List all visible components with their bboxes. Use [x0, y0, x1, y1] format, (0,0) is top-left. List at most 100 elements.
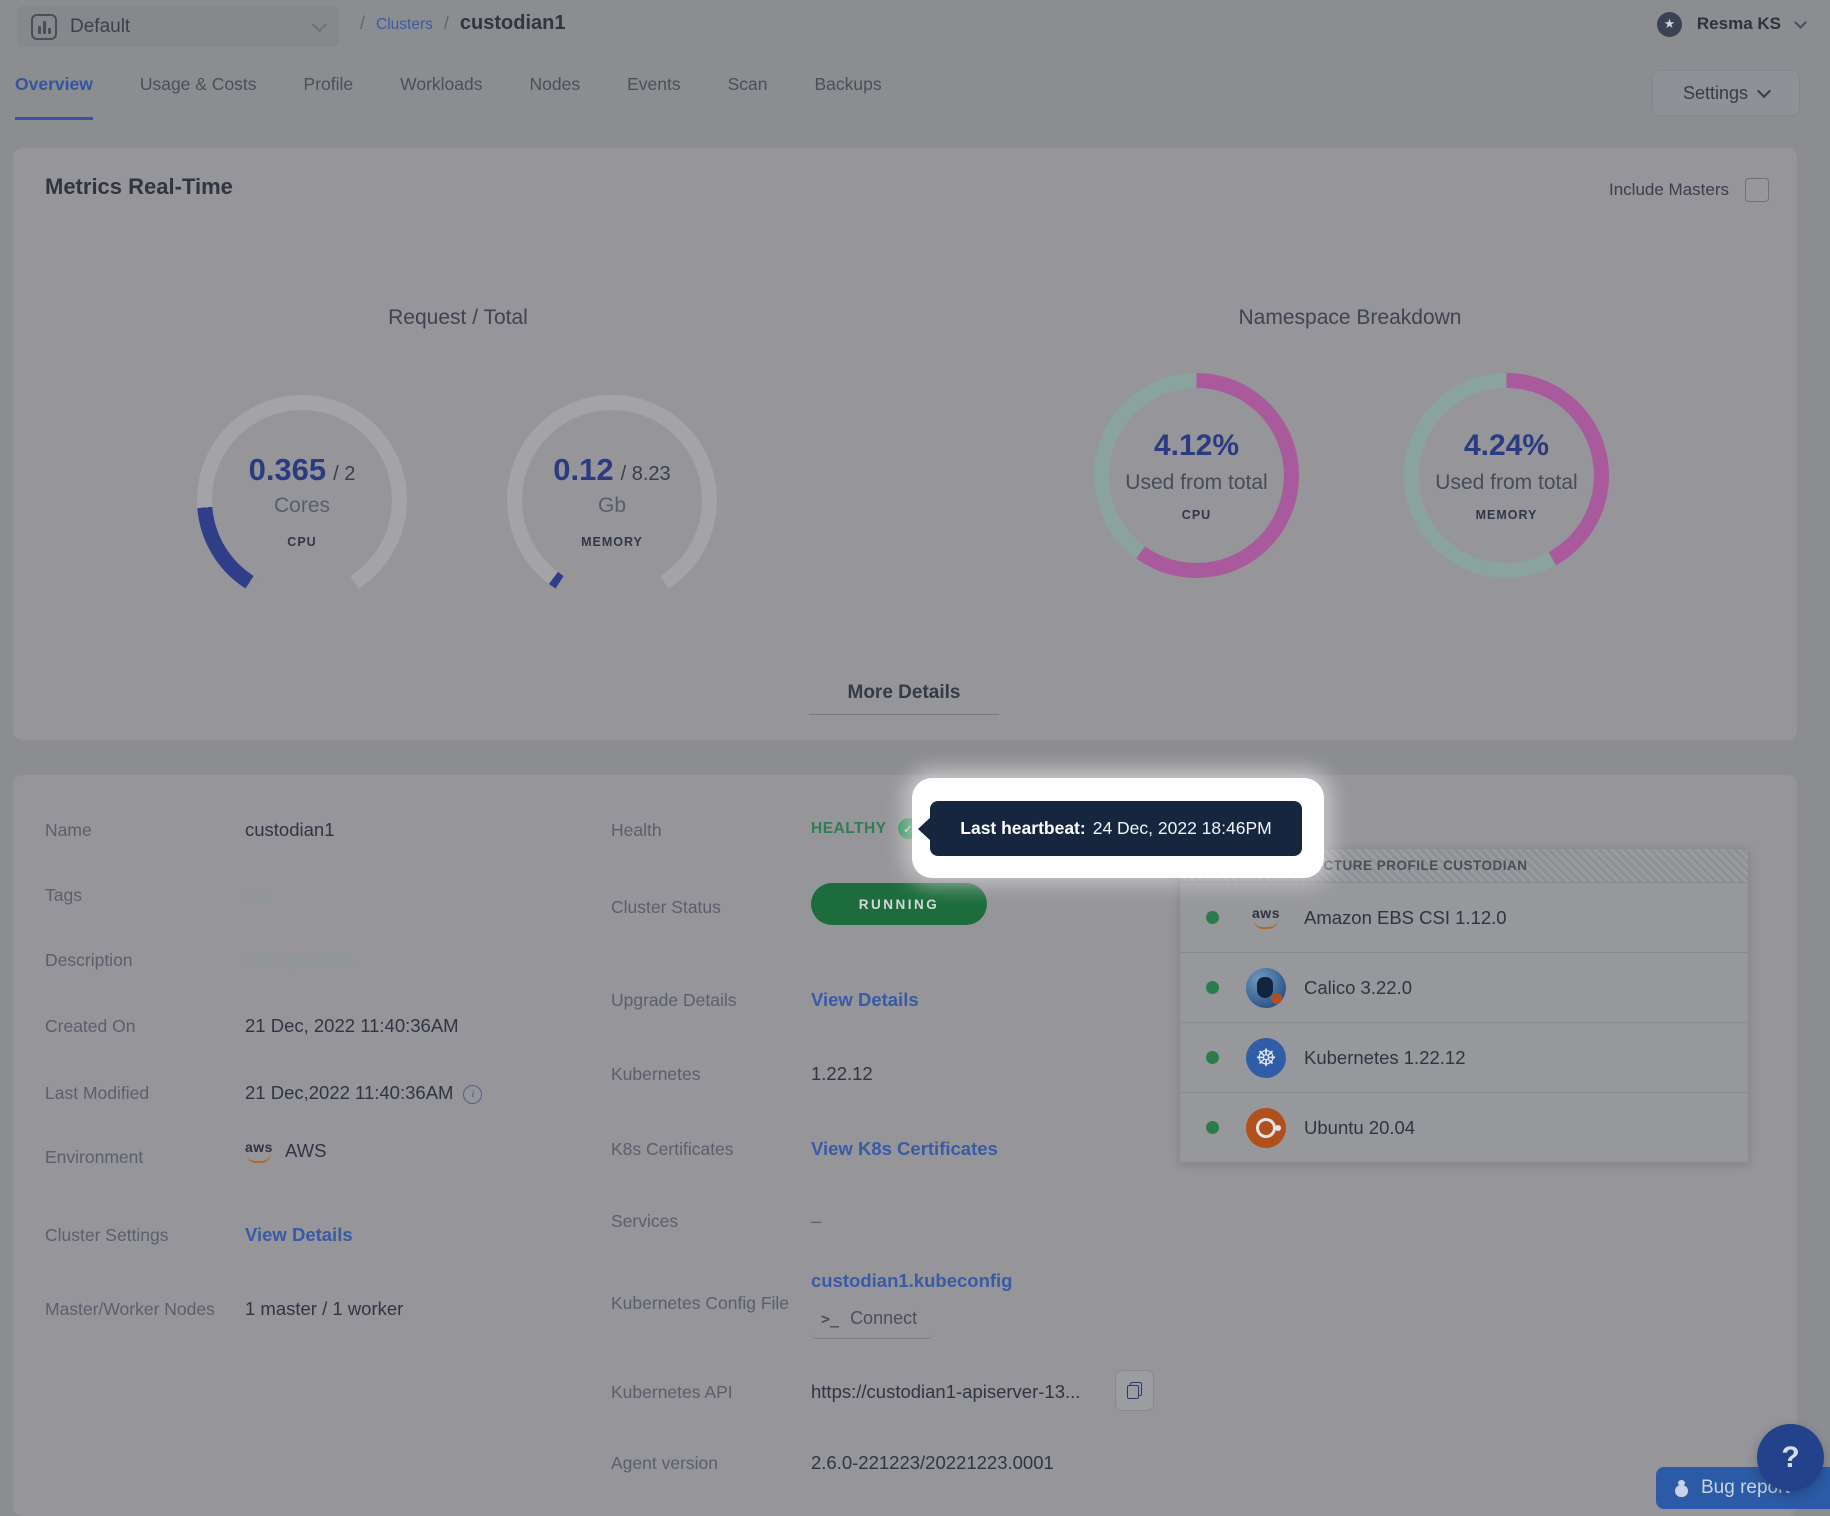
kubeconfig-file-link[interactable]: custodian1.kubeconfig [811, 1270, 1012, 1292]
calico-icon [1246, 968, 1286, 1008]
infra-item-kubernetes[interactable]: ☸ Kubernetes 1.22.12 [1180, 1022, 1748, 1092]
infra-item-ubuntu[interactable]: Ubuntu 20.04 [1180, 1092, 1748, 1162]
running-status-badge: RUNNING [811, 883, 987, 925]
namespace-memory-metric: MEMORY [1476, 508, 1538, 522]
include-masters-checkbox[interactable] [1745, 178, 1769, 202]
breadcrumb-separator: / [360, 13, 365, 34]
chevron-down-icon [1757, 84, 1771, 98]
status-dot [1206, 981, 1219, 994]
cpu-unit: Cores [274, 494, 330, 518]
tab-workloads[interactable]: Workloads [400, 74, 482, 120]
namespace-breakdown-title: Namespace Breakdown [1200, 306, 1500, 330]
include-masters-label: Include Masters [1609, 180, 1729, 200]
agent-version-label: Agent version [611, 1453, 718, 1474]
settings-button[interactable]: Settings [1652, 70, 1800, 116]
created-on-value: 21 Dec, 2022 11:40:36AM [245, 1015, 459, 1037]
healthy-text: HEALTHY [811, 820, 887, 838]
tab-scan[interactable]: Scan [728, 74, 768, 120]
breadcrumb-separator: / [444, 13, 449, 34]
tab-events[interactable]: Events [627, 74, 681, 120]
include-masters-control: Include Masters [1609, 178, 1769, 202]
kubernetes-label: Kubernetes [611, 1064, 701, 1085]
environment-label: Environment [45, 1147, 143, 1168]
connect-label: Connect [850, 1308, 917, 1329]
tab-nodes[interactable]: Nodes [530, 74, 581, 120]
view-k8s-certificates-link[interactable]: View K8s Certificates [811, 1138, 998, 1160]
bug-icon [1674, 1480, 1689, 1497]
settings-label: Settings [1683, 83, 1748, 104]
cpu-used-value: 0.365 [249, 452, 327, 488]
health-value: HEALTHY ✓ [811, 818, 919, 839]
tab-profile[interactable]: Profile [304, 74, 354, 120]
metrics-card-title: Metrics Real-Time [45, 174, 233, 200]
metrics-realtime-card: Metrics Real-Time Include Masters Reques… [13, 148, 1797, 740]
namespace-memory-caption: Used from total [1435, 471, 1577, 495]
infra-item-name: Amazon EBS CSI 1.12.0 [1304, 907, 1507, 929]
status-dot [1206, 911, 1219, 924]
infrastructure-profile-panel: INFRASTRUCTURE PROFILE CUSTODIAN aws Ama… [1179, 848, 1749, 1163]
health-label: Health [611, 820, 662, 841]
name-label: Name [45, 820, 92, 841]
created-on-label: Created On [45, 1016, 135, 1037]
cpu-metric-label: CPU [287, 535, 316, 549]
environment-text: AWS [285, 1140, 326, 1161]
tooltip-label: Last heartbeat: [960, 818, 1085, 839]
memory-gauge: 0.12 / 8.23 Gb MEMORY [507, 395, 717, 605]
infra-item-amazon-ebs-csi[interactable]: aws Amazon EBS CSI 1.12.0 [1180, 882, 1748, 952]
tooltip-value: 24 Dec, 2022 18:46PM [1093, 818, 1272, 839]
copy-icon [1127, 1382, 1142, 1399]
kubernetes-api-label: Kubernetes API [611, 1382, 733, 1403]
bar-chart-icon [31, 14, 57, 40]
terminal-icon: >_ [821, 1310, 839, 1328]
info-icon[interactable]: i [463, 1085, 482, 1104]
tab-overview[interactable]: Overview [15, 74, 93, 120]
connect-button[interactable]: >_ Connect [811, 1300, 933, 1339]
name-value: custodian1 [245, 819, 334, 841]
user-name: Resma KS [1697, 14, 1781, 34]
infra-item-name: Calico 3.22.0 [1304, 977, 1412, 999]
upgrade-details-label: Upgrade Details [611, 990, 736, 1011]
copy-button[interactable] [1115, 1370, 1154, 1411]
namespace-cpu-donut-center: 4.12% Used from total CPU [1109, 388, 1284, 563]
cpu-gauge-center: 0.365 / 2 Cores CPU [212, 410, 392, 590]
memory-unit: Gb [598, 494, 626, 518]
breadcrumb-clusters-link[interactable]: Clusters [376, 16, 433, 34]
workspace-selector[interactable]: Default [17, 6, 339, 47]
environment-value: aws AWS [245, 1140, 326, 1163]
infra-item-name: Kubernetes 1.22.12 [1304, 1047, 1466, 1069]
description-value: Not specified. [245, 949, 357, 971]
memory-gauge-center: 0.12 / 8.23 Gb MEMORY [522, 410, 702, 590]
user-menu[interactable]: ★ Resma KS [1657, 8, 1805, 40]
kubernetes-api-value: https://custodian1-apiserver-13... [811, 1381, 1080, 1403]
tab-bar: Overview Usage & Costs Profile Workloads… [15, 74, 882, 120]
help-button[interactable]: ? [1757, 1424, 1824, 1491]
tooltip-spotlight: Last heartbeat: 24 Dec, 2022 18:46PM [912, 778, 1324, 878]
cluster-settings-view-details-link[interactable]: View Details [245, 1224, 353, 1246]
tab-usage-costs[interactable]: Usage & Costs [140, 74, 257, 120]
namespace-memory-pct: 4.24% [1464, 429, 1549, 463]
last-modified-value: 21 Dec,2022 11:40:36AM i [245, 1082, 482, 1104]
status-dot [1206, 1121, 1219, 1134]
tab-backups[interactable]: Backups [815, 74, 882, 120]
chevron-down-icon [1794, 16, 1807, 29]
aws-icon: aws [245, 1141, 273, 1163]
last-modified-text: 21 Dec,2022 11:40:36AM [245, 1082, 453, 1103]
tags-label: Tags [45, 885, 82, 906]
namespace-cpu-metric: CPU [1182, 508, 1211, 522]
status-dot [1206, 1051, 1219, 1064]
request-total-title: Request / Total [308, 306, 608, 330]
namespace-cpu-caption: Used from total [1125, 471, 1267, 495]
upgrade-view-details-link[interactable]: View Details [811, 989, 919, 1011]
tags-value: n/a [245, 884, 271, 906]
cpu-gauge: 0.365 / 2 Cores CPU [197, 395, 407, 605]
kubernetes-icon: ☸ [1246, 1038, 1286, 1078]
aws-icon: aws [1246, 898, 1286, 938]
master-worker-nodes-value: 1 master / 1 worker [245, 1298, 403, 1320]
memory-metric-label: MEMORY [581, 535, 643, 549]
memory-total-value: / 8.23 [621, 463, 671, 486]
memory-used-value: 0.12 [553, 452, 613, 488]
last-heartbeat-tooltip: Last heartbeat: 24 Dec, 2022 18:46PM [930, 801, 1302, 856]
more-details-link[interactable]: More Details [809, 682, 999, 715]
workspace-label: Default [70, 16, 130, 38]
infra-item-calico[interactable]: Calico 3.22.0 [1180, 952, 1748, 1022]
